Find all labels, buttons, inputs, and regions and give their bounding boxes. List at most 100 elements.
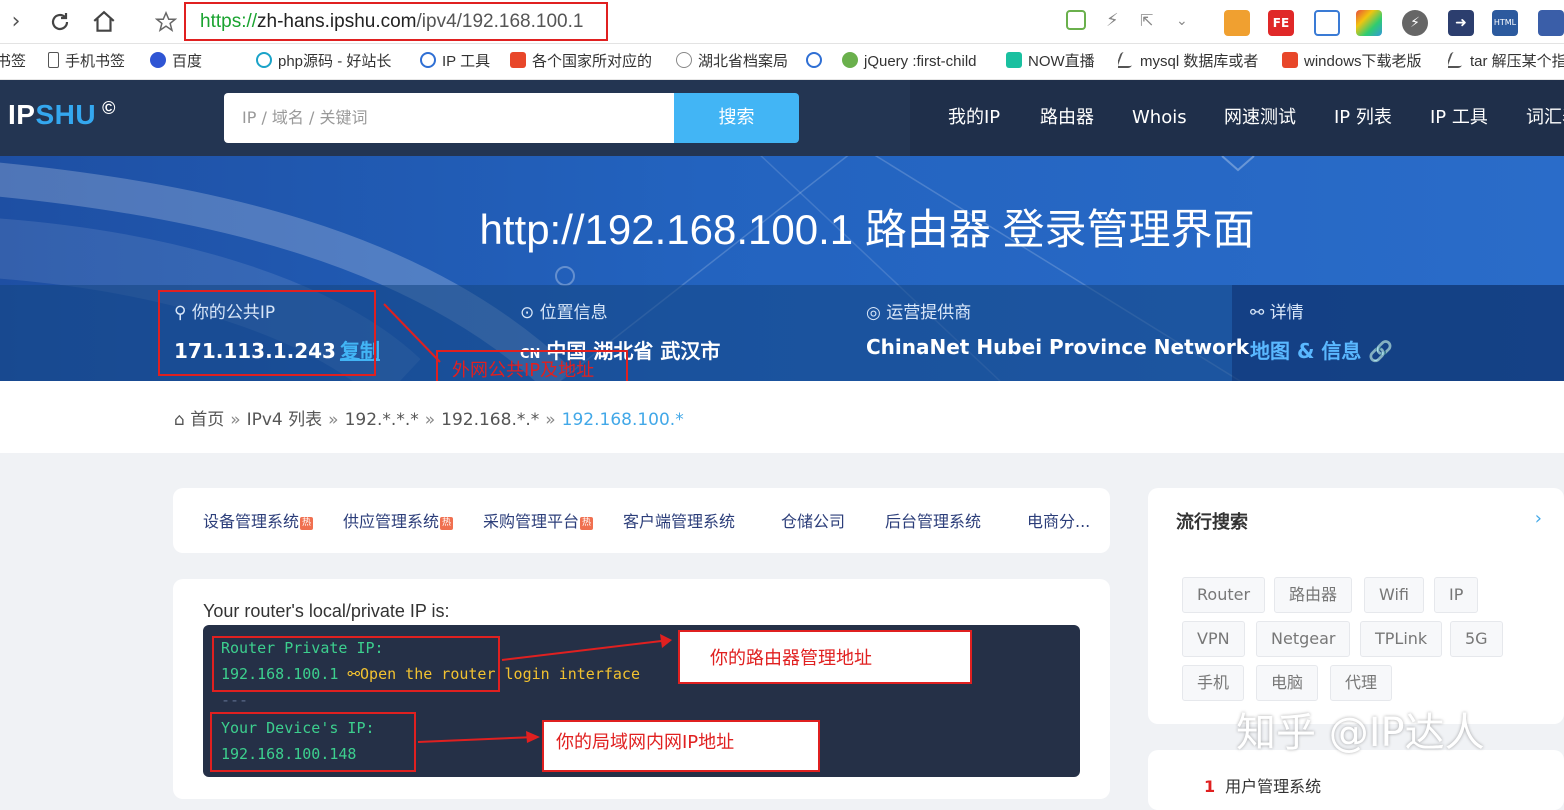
fe-icon[interactable]: FE [1268, 10, 1294, 36]
chain-link-icon[interactable]: 🔗 [1368, 339, 1393, 363]
lightning-icon[interactable]: ⚡ [1106, 10, 1132, 36]
breadcrumb-192[interactable]: 192.*.*.* [345, 410, 419, 430]
breadcrumb-bar: ⌂ 首页» IPv4 列表» 192.*.*.*» 192.168.*.*» 192.1… [0, 381, 1564, 453]
globe-icon [676, 52, 692, 68]
bolt-icon[interactable]: ⚡ [1402, 10, 1428, 36]
html-icon[interactable]: HTML [1492, 10, 1518, 36]
site-header: IPSHU © IP / 域名 / 关键词 搜索 我的IP 路由器 Whois 网… [0, 80, 1564, 156]
home-icon[interactable]: ⌂ [174, 410, 190, 430]
tag-link[interactable]: 仓储公司 [781, 508, 845, 532]
tag-link[interactable]: 供应管理系统热 [343, 508, 454, 532]
popular-tag[interactable]: 路由器 [1274, 577, 1353, 613]
tag-link[interactable]: 客户端管理系统 [623, 508, 735, 532]
popular-tag[interactable]: Wifi [1364, 577, 1424, 613]
nav-ip-tools[interactable]: IP 工具 [1430, 80, 1488, 156]
popular-tag[interactable]: 电脑 [1256, 665, 1319, 701]
search-button[interactable]: 搜索 [674, 93, 799, 143]
bookmark-label: windows下载老版 [1304, 53, 1422, 70]
bookmark-item[interactable]: mysql 数据库或者 [1118, 44, 1266, 80]
location-pin-icon: ⊙ [520, 303, 540, 323]
bookmark-item[interactable]: tar 解压某个指 [1448, 44, 1564, 80]
bookmark-item[interactable]: NOW直播 [1006, 44, 1106, 80]
url-protocol: https:// [200, 11, 258, 32]
bookmark-item[interactable]: IP 工具 [420, 44, 500, 80]
bookmark-star-icon[interactable] [150, 6, 182, 38]
logo-ip: IP [8, 99, 36, 130]
tag-label: 供应管理系统 [343, 512, 440, 531]
annotation-box-router-ip [212, 636, 500, 692]
annotation-device-note: 你的局域网内网IP地址 [556, 732, 735, 753]
reader-icon[interactable] [1066, 10, 1086, 30]
arrow-right-icon[interactable]: ➜ [1448, 10, 1474, 36]
forward-arrow-icon[interactable]: › [0, 6, 32, 38]
popular-tag[interactable]: Router [1182, 577, 1266, 613]
bookmark-label: tar 解压某个指 [1470, 53, 1564, 70]
location-label: 位置信息 [539, 303, 608, 323]
chevron-down-icon[interactable]: ⌄ [1176, 10, 1202, 36]
breadcrumb: ⌂ 首页» IPv4 列表» 192.*.*.*» 192.168.*.*» 192.1… [174, 410, 684, 430]
tag-label: 电商分... [1027, 512, 1091, 531]
separator: --- [221, 691, 249, 709]
bookmark-item[interactable]: 各个国家所对应的 [510, 44, 658, 80]
bookmark-item[interactable]: windows下载老版 [1282, 44, 1432, 80]
bookmark-label: php源码 - 好站长 [278, 53, 392, 70]
bookmark-item[interactable]: 书签 [0, 44, 26, 80]
tag-label: 客户端管理系统 [623, 512, 736, 531]
popular-tag[interactable]: 代理 [1330, 665, 1393, 701]
browser-toolbar: › https://zh-hans.ipshu.com/ipv4/192.168… [0, 0, 1564, 44]
tag-link[interactable]: 电商分... [1027, 508, 1113, 532]
hot-list-item[interactable]: 1 用户管理系统 [1204, 773, 1321, 797]
bookmark-item[interactable] [806, 44, 828, 80]
annotation-public-ip-note: 外网公共IP及地址 [452, 360, 595, 381]
isp-label: 运营提供商 [886, 303, 972, 323]
tag-link[interactable]: 设备管理系统热 [203, 508, 314, 532]
popular-tag[interactable]: 手机 [1182, 665, 1245, 701]
bookmark-label: 各个国家所对应的 [532, 53, 653, 70]
popular-tag[interactable]: Netgear [1256, 621, 1351, 657]
ipshu-icon [806, 52, 822, 68]
popular-tag[interactable]: VPN [1182, 621, 1245, 657]
baidu-icon [150, 52, 166, 68]
breadcrumb-ipv4-list[interactable]: IPv4 列表 [247, 410, 323, 430]
search-input[interactable]: IP / 域名 / 关键词 [224, 93, 676, 143]
nav-ip-list[interactable]: IP 列表 [1334, 80, 1392, 156]
popular-tag[interactable]: IP [1434, 577, 1479, 613]
game-icon[interactable] [1224, 10, 1250, 36]
router-intro: Your router's local/private IP is: [203, 601, 450, 621]
chevron-right-icon[interactable]: › [1535, 508, 1542, 529]
breadcrumb-192-168[interactable]: 192.168.*.* [441, 410, 539, 430]
share-icon[interactable]: ⇱ [1140, 10, 1166, 36]
address-bar[interactable]: https://zh-hans.ipshu.com/ipv4/192.168.1… [184, 2, 608, 41]
window-icon[interactable] [1314, 10, 1340, 36]
bookmark-item[interactable]: 湖北省档案局 [676, 44, 796, 80]
bookmark-item[interactable]: 手机书签 [48, 44, 138, 80]
nav-router[interactable]: 路由器 [1040, 80, 1094, 156]
map-info-link[interactable]: 地图 & 信息 [1250, 339, 1361, 363]
tags-card: 设备管理系统热 供应管理系统热 采购管理平台热 客户端管理系统 仓储公司 后台管… [173, 488, 1110, 553]
nav-speed-test[interactable]: 网速测试 [1224, 80, 1296, 156]
breadcrumb-home[interactable]: 首页 [190, 410, 224, 430]
c-icon [510, 52, 526, 68]
tag-label: 采购管理平台 [483, 512, 580, 531]
bookmark-item[interactable]: jQuery :first-child [842, 44, 990, 80]
extension-icon[interactable] [1538, 10, 1564, 36]
reload-icon[interactable] [44, 6, 76, 38]
site-logo[interactable]: IPSHU © [8, 98, 116, 131]
nav-glossary[interactable]: 词汇表 [1526, 80, 1564, 156]
bookmark-item[interactable]: php源码 - 好站长 [256, 44, 402, 80]
bookmark-item[interactable]: 百度 [150, 44, 220, 80]
tag-label: 仓储公司 [781, 512, 846, 531]
popular-tag[interactable]: 5G [1450, 621, 1503, 657]
hot-badge: 热 [300, 517, 314, 530]
tag-link[interactable]: 后台管理系统 [885, 508, 981, 532]
popular-tag[interactable]: TPLink [1360, 621, 1443, 657]
nav-whois[interactable]: Whois [1132, 80, 1187, 156]
hot-badge: 热 [440, 517, 454, 530]
color-picker-icon[interactable] [1356, 10, 1382, 36]
nav-my-ip[interactable]: 我的IP [948, 80, 1000, 156]
home-icon[interactable] [88, 6, 120, 38]
tag-link[interactable]: 采购管理平台热 [483, 508, 594, 532]
bookmark-label: NOW直播 [1028, 53, 1095, 70]
logo-shu: SHU [35, 99, 97, 130]
ipshu-icon [420, 52, 436, 68]
